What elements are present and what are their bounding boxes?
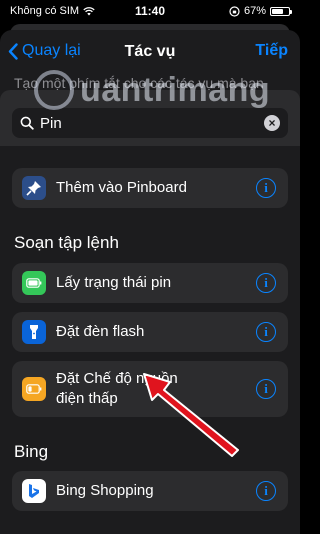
list-item-bing-shopping[interactable]: Bing Shopping i — [12, 471, 288, 511]
pin-icon — [22, 176, 46, 200]
label-line-2: điện thấp — [56, 390, 118, 407]
next-button[interactable]: Tiếp — [255, 42, 288, 60]
info-icon[interactable]: i — [256, 322, 276, 342]
clear-search-button[interactable]: × — [264, 115, 280, 131]
battery-icon — [22, 271, 46, 295]
watermark: uantrimang — [34, 70, 270, 110]
list-item-battery-status[interactable]: Lấy trạng thái pin i — [12, 263, 288, 303]
label-line-1: Đặt Chế độ nguồn — [56, 370, 178, 387]
search-icon — [20, 116, 34, 130]
list-item-low-power-mode[interactable]: Đặt Chế độ nguồn điện thấp i — [12, 361, 288, 417]
bing-icon — [22, 479, 46, 503]
battery-icon — [270, 6, 292, 16]
clock: 11:40 — [134, 4, 166, 18]
list-item-label: Lấy trạng thái pin — [56, 274, 172, 291]
info-icon[interactable]: i — [256, 178, 276, 198]
nav-bar: Quay lại Tác vụ Tiếp — [0, 30, 300, 74]
section-header-scripting: Soạn tập lệnh — [14, 233, 119, 252]
search-input[interactable] — [40, 114, 258, 132]
watermark-logo — [34, 70, 74, 110]
info-icon[interactable]: i — [256, 481, 276, 501]
status-bar: Không có SIM 11:40 67% — [0, 0, 300, 22]
list-item-flashlight[interactable]: Đặt đèn flash i — [12, 312, 288, 352]
section-header-bing: Bing — [14, 442, 49, 461]
list-item-label: Đặt đèn flash — [56, 323, 145, 340]
watermark-text: uantrimang — [80, 70, 271, 109]
list-item-label: Thêm vào Pinboard — [56, 179, 187, 196]
list-item-pinboard[interactable]: Thêm vào Pinboard i — [12, 168, 288, 208]
search-field[interactable]: × — [12, 108, 288, 138]
list-item-label: Bing Shopping — [56, 482, 154, 499]
info-icon[interactable]: i — [256, 273, 276, 293]
flashlight-icon — [22, 320, 46, 344]
info-icon[interactable]: i — [256, 379, 276, 399]
battery-fill — [272, 8, 283, 14]
list-item-label: Đặt Chế độ nguồn điện thấp — [56, 369, 256, 409]
low-power-icon — [22, 377, 46, 401]
